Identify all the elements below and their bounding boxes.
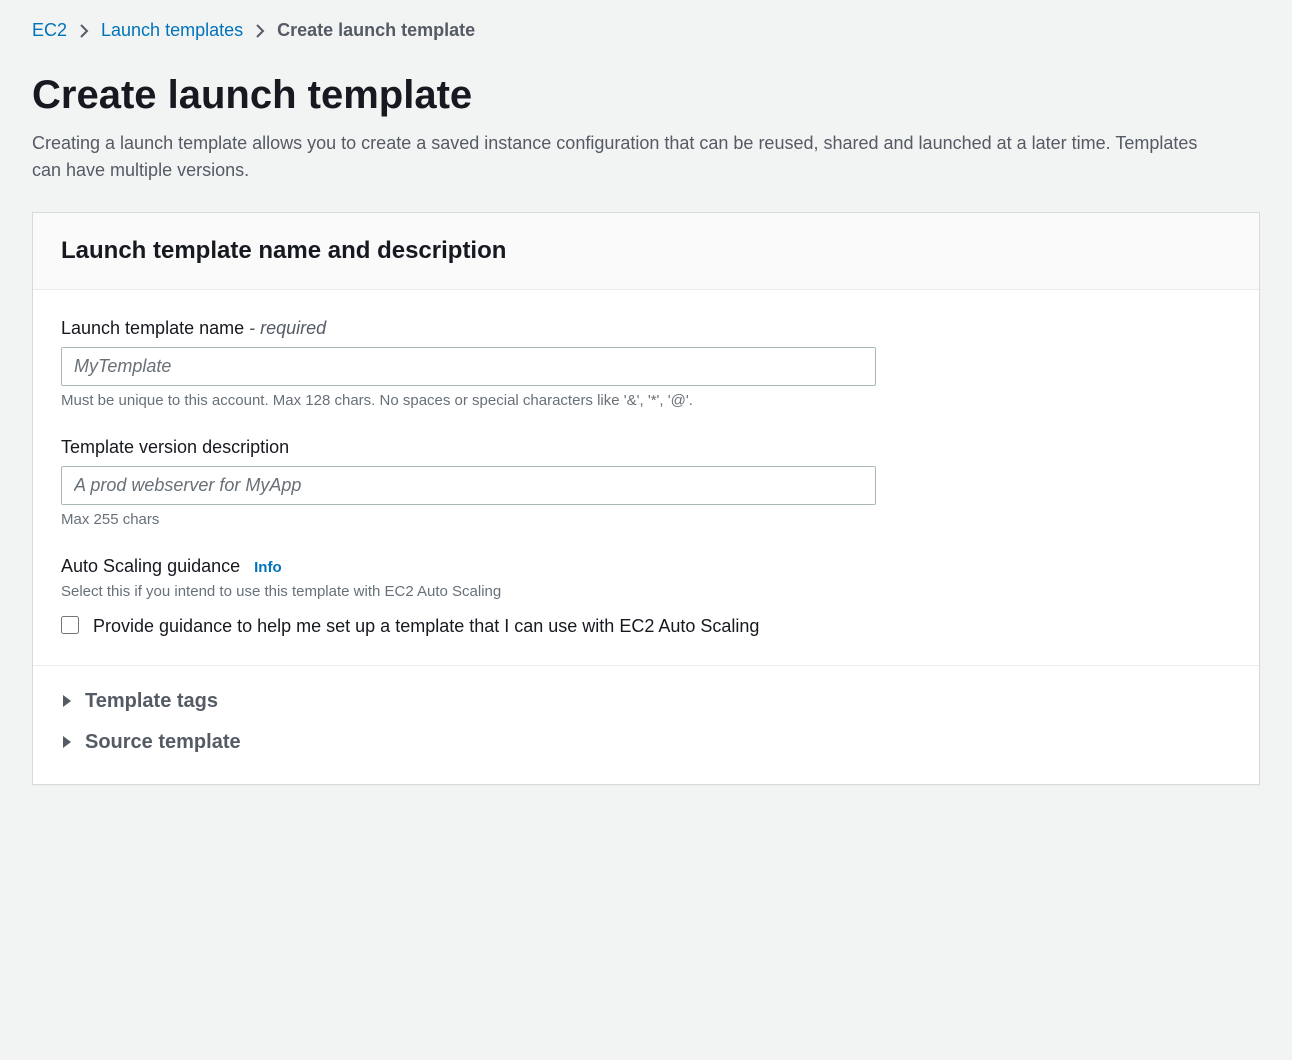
info-link[interactable]: Info — [254, 559, 282, 576]
expander-template-tags[interactable]: Template tags — [61, 684, 1231, 719]
breadcrumb-current: Create launch template — [277, 20, 475, 41]
page-description: Creating a launch template allows you to… — [32, 130, 1212, 184]
breadcrumb: EC2 Launch templates Create launch templ… — [32, 20, 1260, 41]
caret-right-icon — [61, 735, 73, 749]
template-name-label-text: Launch template name — [61, 318, 244, 338]
panel-heading: Launch template name and description — [61, 237, 1231, 265]
panel-footer: Template tags Source template — [33, 665, 1259, 784]
caret-right-icon — [61, 694, 73, 708]
auto-scaling-guidance-hint: Select this if you intend to use this te… — [61, 583, 1231, 600]
template-name-input[interactable] — [61, 347, 876, 386]
breadcrumb-ec2[interactable]: EC2 — [32, 20, 67, 41]
panel-header: Launch template name and description — [33, 213, 1259, 290]
expander-source-template[interactable]: Source template — [61, 725, 1231, 760]
expander-label: Template tags — [85, 690, 218, 713]
form-group-template-name: Launch template name - required Must be … — [61, 318, 1231, 409]
chevron-right-icon — [255, 24, 265, 38]
page-title: Create launch template — [32, 73, 1260, 118]
form-group-auto-scaling-guidance: Auto Scaling guidance Info Select this i… — [61, 556, 1231, 641]
panel-body: Launch template name - required Must be … — [33, 290, 1259, 665]
required-suffix: - required — [244, 318, 326, 338]
auto-scaling-guidance-checkbox[interactable] — [61, 616, 79, 634]
form-group-version-description: Template version description Max 255 cha… — [61, 437, 1231, 528]
template-name-label: Launch template name - required — [61, 318, 1231, 339]
auto-scaling-guidance-label: Auto Scaling guidance — [61, 556, 240, 577]
chevron-right-icon — [79, 24, 89, 38]
panel-name-description: Launch template name and description Lau… — [32, 212, 1260, 785]
version-description-input[interactable] — [61, 466, 876, 505]
breadcrumb-launch-templates[interactable]: Launch templates — [101, 20, 243, 41]
expander-label: Source template — [85, 731, 241, 754]
template-name-hint: Must be unique to this account. Max 128 … — [61, 392, 1231, 409]
version-description-hint: Max 255 chars — [61, 511, 1231, 528]
version-description-label: Template version description — [61, 437, 1231, 458]
auto-scaling-guidance-checkbox-label[interactable]: Provide guidance to help me set up a tem… — [93, 612, 759, 641]
